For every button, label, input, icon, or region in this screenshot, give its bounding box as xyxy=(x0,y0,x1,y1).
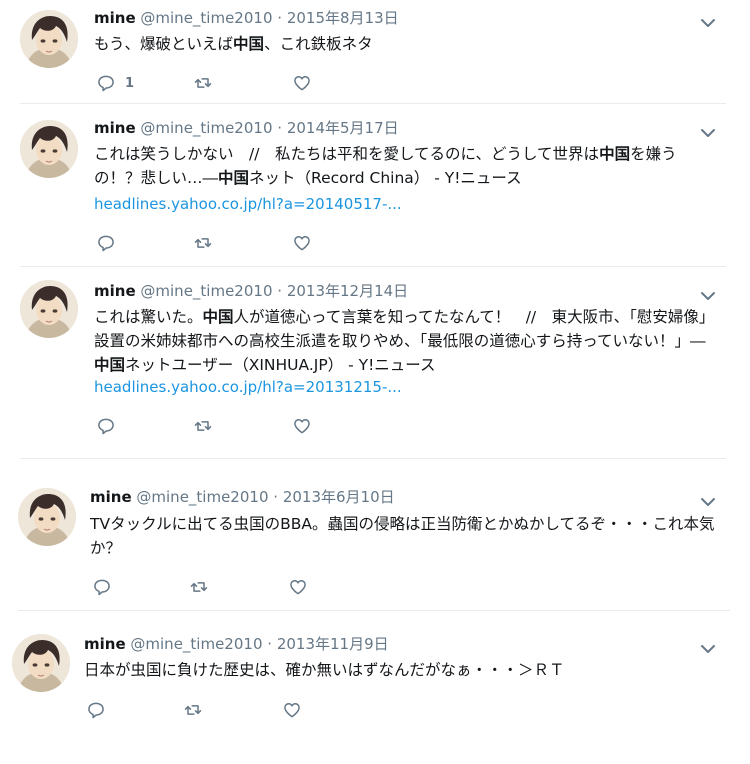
highlighted-term: 中国 xyxy=(202,308,234,326)
tweet-text: TVタックルに出てる虫国のBBA。蟲国の侵略は正当防衛とかぬかしてるぞ・・・これ… xyxy=(90,512,715,560)
tweet-date[interactable]: 2015年8月13日 xyxy=(287,9,399,27)
retweet-icon xyxy=(193,416,213,436)
retweet-button[interactable] xyxy=(193,415,213,437)
chevron-down-icon[interactable] xyxy=(700,287,716,300)
tweet-text: これは笑うしかない // 私たちは平和を愛してるのに、どうして世界は中国を嫌うの… xyxy=(94,142,712,190)
retweet-icon xyxy=(193,73,213,93)
reply-icon xyxy=(96,416,116,436)
tweet-divider xyxy=(20,458,726,459)
text-segment: ネットユーザー（XINHUA.JP） - Y!ニュース xyxy=(125,356,436,374)
tweet-header: mine @mine_time2010 · 2013年6月10日 xyxy=(90,487,395,507)
reply-button[interactable]: 1 xyxy=(96,72,134,94)
like-button[interactable] xyxy=(288,576,308,598)
like-button[interactable] xyxy=(282,699,302,721)
highlighted-term: 中国 xyxy=(233,35,265,53)
highlighted-term: 中国 xyxy=(218,169,250,187)
tweet-header: mine @mine_time2010 · 2014年5月17日 xyxy=(94,118,399,138)
separator-dot: · xyxy=(277,9,283,27)
tweet-date[interactable]: 2013年6月10日 xyxy=(283,488,395,506)
reply-button[interactable] xyxy=(86,699,106,721)
separator-dot: · xyxy=(277,282,283,300)
like-button[interactable] xyxy=(292,72,312,94)
reply-icon xyxy=(96,233,116,253)
retweet-icon xyxy=(189,577,209,597)
avatar[interactable] xyxy=(12,634,70,692)
tweet-actions xyxy=(96,232,336,254)
tweet-divider xyxy=(20,266,726,267)
chevron-down-icon[interactable] xyxy=(700,493,716,506)
retweet-icon xyxy=(193,233,213,253)
display-name[interactable]: mine xyxy=(84,635,126,653)
chevron-down-icon[interactable] xyxy=(700,124,716,137)
avatar[interactable] xyxy=(20,280,78,338)
highlighted-term: 中国 xyxy=(94,356,126,374)
tweet-header: mine @mine_time2010 · 2015年8月13日 xyxy=(94,8,399,28)
tweet-header: mine @mine_time2010 · 2013年12月14日 xyxy=(94,281,408,301)
retweet-button[interactable] xyxy=(193,232,213,254)
like-button[interactable] xyxy=(292,415,312,437)
heart-icon xyxy=(292,416,312,436)
like-button[interactable] xyxy=(292,232,312,254)
tweet-text: これは驚いた。中国人が道徳心って言葉を知ってたなんて！ // 東大阪市、「慰安婦… xyxy=(94,305,716,377)
display-name[interactable]: mine xyxy=(94,282,136,300)
text-segment: これは笑うしかない // 私たちは平和を愛してるのに、どうして世界は xyxy=(94,145,600,163)
separator-dot: · xyxy=(267,635,273,653)
username-handle[interactable]: @mine_time2010 xyxy=(130,635,262,653)
tweet-actions: 1 xyxy=(96,72,336,94)
tweet-divider xyxy=(18,610,730,611)
separator-dot: · xyxy=(273,488,279,506)
tweet-header: mine @mine_time2010 · 2013年11月9日 xyxy=(84,634,389,654)
heart-icon xyxy=(292,73,312,93)
reply-button[interactable] xyxy=(96,232,116,254)
tweet-actions xyxy=(86,699,326,721)
username-handle[interactable]: @mine_time2010 xyxy=(140,9,272,27)
reply-count: 1 xyxy=(125,75,135,91)
text-segment: 日本が虫国に負けた歴史は、確か無いはずなんだがなぁ・・・＞ＲＴ xyxy=(84,661,565,679)
reply-button[interactable] xyxy=(96,415,116,437)
retweet-button[interactable] xyxy=(183,699,203,721)
tweet-date[interactable]: 2013年11月9日 xyxy=(277,635,389,653)
reply-icon xyxy=(92,577,112,597)
chevron-down-icon[interactable] xyxy=(700,14,716,27)
retweet-button[interactable] xyxy=(189,576,209,598)
highlighted-term: 中国 xyxy=(599,145,631,163)
tweet-date[interactable]: 2014年5月17日 xyxy=(287,119,399,137)
username-handle[interactable]: @mine_time2010 xyxy=(140,282,272,300)
tweet-actions xyxy=(92,576,332,598)
heart-icon xyxy=(288,577,308,597)
avatar[interactable] xyxy=(20,120,78,178)
separator-dot: · xyxy=(277,119,283,137)
text-segment: 、これ鉄板ネタ xyxy=(264,35,373,53)
username-handle[interactable]: @mine_time2010 xyxy=(136,488,268,506)
reply-icon xyxy=(96,73,116,93)
retweet-icon xyxy=(183,700,203,720)
tweet-divider xyxy=(20,103,726,104)
text-segment: これは驚いた。 xyxy=(94,308,203,326)
tweet-date[interactable]: 2013年12月14日 xyxy=(287,282,408,300)
reply-button[interactable] xyxy=(92,576,112,598)
heart-icon xyxy=(292,233,312,253)
text-segment: もう、爆破といえば xyxy=(94,35,234,53)
display-name[interactable]: mine xyxy=(94,9,136,27)
display-name[interactable]: mine xyxy=(94,119,136,137)
avatar[interactable] xyxy=(18,488,76,546)
tweet-text: 日本が虫国に負けた歴史は、確か無いはずなんだがなぁ・・・＞ＲＴ xyxy=(84,658,704,682)
heart-icon xyxy=(282,700,302,720)
tweet-actions xyxy=(96,415,336,437)
username-handle[interactable]: @mine_time2010 xyxy=(140,119,272,137)
tweet-link[interactable]: headlines.yahoo.co.jp/hl?a=20140517-... xyxy=(94,194,402,214)
text-segment: ネット（Record China） - Y!ニュース xyxy=(249,169,522,187)
avatar[interactable] xyxy=(20,10,78,68)
text-segment: TVタックルに出てる虫国のBBA。蟲国の侵略は正当防衛とかぬかしてるぞ・・・これ… xyxy=(90,515,715,557)
chevron-down-icon[interactable] xyxy=(700,640,716,653)
reply-icon xyxy=(86,700,106,720)
tweet-link[interactable]: headlines.yahoo.co.jp/hl?a=20131215-... xyxy=(94,377,402,397)
tweet-text: もう、爆破といえば中国、これ鉄板ネタ xyxy=(94,32,714,56)
retweet-button[interactable] xyxy=(193,72,213,94)
display-name[interactable]: mine xyxy=(90,488,132,506)
